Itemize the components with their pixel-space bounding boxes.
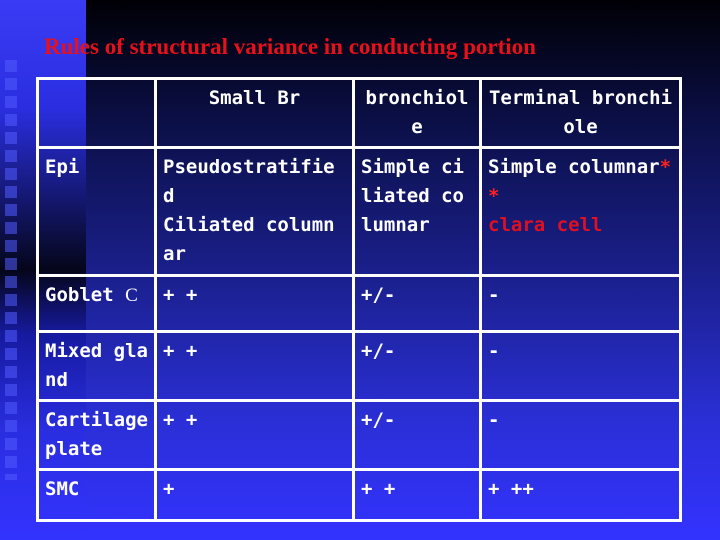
- row-label-mixed-gland: Mixed gland: [36, 330, 157, 402]
- cell-bronchiole: + +: [352, 468, 482, 522]
- header-terminal-bronchiole: Terminal bronchiole: [479, 77, 682, 149]
- cell-text: Simple columnar: [488, 156, 660, 178]
- cell-line: Ciliated columnar: [163, 214, 335, 265]
- header-bronchiole: bronchiole: [352, 77, 482, 149]
- cell-small-br: Pseudostratified Ciliated columnar: [154, 146, 355, 277]
- cell-bronchiole: +/-: [352, 330, 482, 402]
- slide-title: Rules of structural variance in conducti…: [44, 34, 536, 59]
- label-text: Goblet: [45, 284, 114, 306]
- row-label-cartilage-plate: Cartilage plate: [36, 399, 157, 471]
- table-row: Goblet C + + +/- -: [36, 274, 682, 333]
- cell-small-br: +: [154, 468, 355, 522]
- cell-terminal: -: [479, 274, 682, 333]
- row-label-epi: Epi: [36, 146, 157, 277]
- cell-terminal: Simple columnar** clara cell: [479, 146, 682, 277]
- cell-terminal: -: [479, 330, 682, 402]
- header-cell-empty: [36, 77, 157, 149]
- cell-terminal: -: [479, 399, 682, 471]
- cell-bronchiole: +/-: [352, 274, 482, 333]
- cell-bronchiole: +/-: [352, 399, 482, 471]
- decorative-squares: [5, 60, 17, 480]
- clara-cell-highlight: clara cell: [488, 214, 603, 236]
- table-row: Mixed gland + + +/- -: [36, 330, 682, 402]
- label-suffix: C: [125, 285, 138, 306]
- table-row: Cartilage plate + + +/- -: [36, 399, 682, 471]
- header-small-br: Small Br: [154, 77, 355, 149]
- cell-line: Pseudostratified: [163, 156, 335, 207]
- table-row: Epi Pseudostratified Ciliated columnar S…: [36, 146, 682, 277]
- structure-table: Small Br bronchiole Terminal bronchiole …: [36, 77, 682, 522]
- cell-small-br: + +: [154, 330, 355, 402]
- cell-small-br: + +: [154, 399, 355, 471]
- table-header-row: Small Br bronchiole Terminal bronchiole: [36, 77, 682, 149]
- cell-terminal: + ++: [479, 468, 682, 522]
- table-row: SMC + + + + ++: [36, 468, 682, 522]
- row-label-goblet: Goblet C: [36, 274, 157, 333]
- row-label-smc: SMC: [36, 468, 157, 522]
- cell-bronchiole: Simple ciliated columnar: [352, 146, 482, 277]
- cell-small-br: + +: [154, 274, 355, 333]
